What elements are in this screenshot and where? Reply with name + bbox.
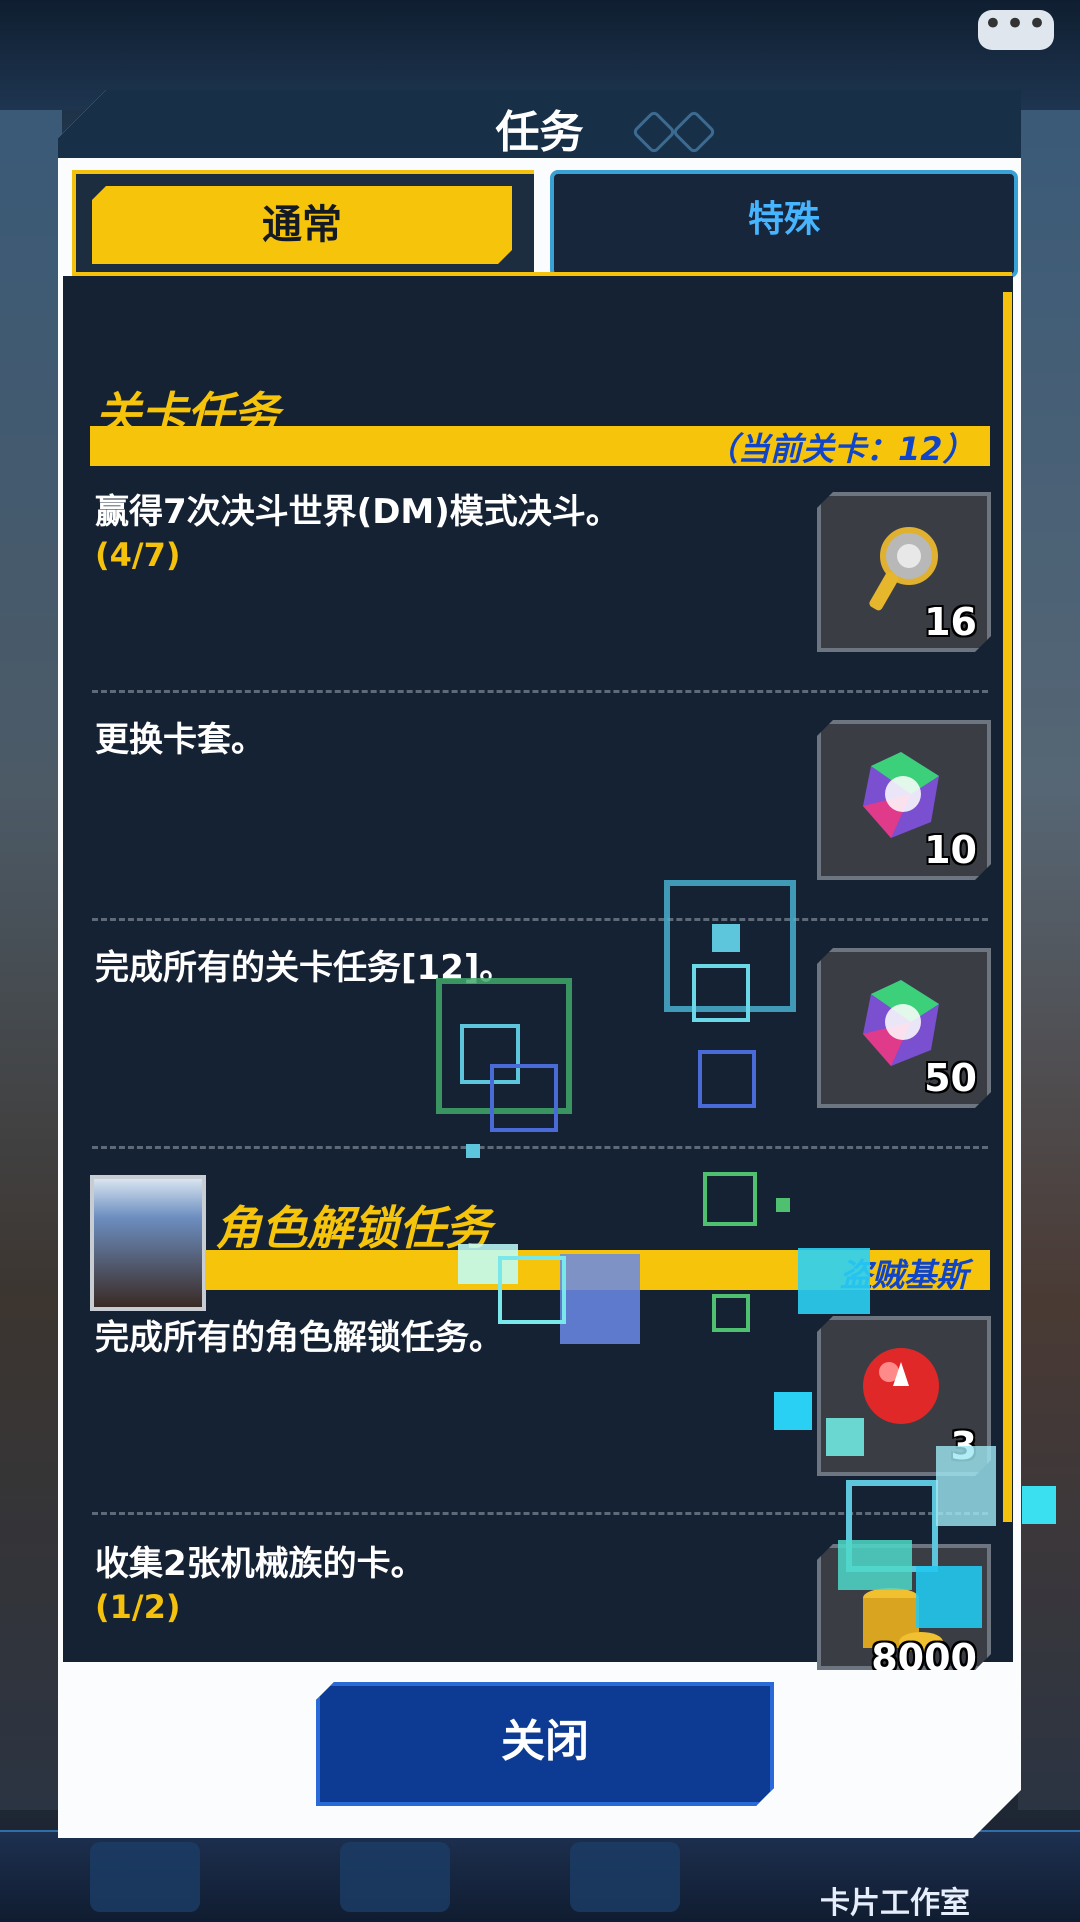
background-left [0, 110, 62, 1810]
pixel-effect [916, 1566, 982, 1628]
mission-text: 赢得7次决斗世界(DM)模式决斗。 [95, 492, 620, 532]
tab-normal[interactable]: 通常 [72, 170, 534, 274]
divider [92, 918, 988, 921]
character-portrait [90, 1175, 206, 1311]
mission-progress: (4/7) [95, 536, 181, 574]
pixel-effect [692, 964, 750, 1022]
pixel-effect [826, 1418, 864, 1456]
pixel-effect [774, 1392, 812, 1430]
pixel-effect [798, 1248, 870, 1314]
reward-slot[interactable]: 50 [817, 948, 991, 1108]
reward-count: 50 [924, 1056, 977, 1100]
pixel-effect [712, 924, 740, 952]
mission-text: 更换卡套。 [95, 720, 265, 760]
mission-progress: (1/2) [95, 1588, 181, 1626]
pixel-effect [560, 1254, 640, 1344]
current-stage-note: （当前关卡：12） [706, 430, 975, 468]
modal-header: 任务 [58, 90, 1021, 158]
modal-title: 任务 [495, 107, 584, 158]
fire-orb-icon [851, 1340, 951, 1440]
pixel-effect [498, 1256, 566, 1324]
tab-label: 特殊 [747, 199, 820, 240]
pixel-effect [703, 1172, 757, 1226]
divider [92, 690, 988, 693]
reward-slot[interactable]: 10 [817, 720, 991, 880]
mission-text: 完成所有的角色解锁任务。 [95, 1318, 503, 1358]
bottom-nav-label[interactable]: 卡片工作室 [820, 1878, 970, 1922]
scrollbar[interactable] [1003, 292, 1012, 1522]
pixel-effect [936, 1446, 996, 1526]
pixel-effect [712, 1294, 750, 1332]
pixel-effect [698, 1050, 756, 1108]
close-button[interactable]: 关闭 [316, 1682, 774, 1806]
reward-slot[interactable]: 16 [817, 492, 991, 652]
pixel-effect [466, 1144, 480, 1158]
divider [92, 1146, 988, 1149]
section-title-character: 角色解锁任务 [215, 1201, 491, 1255]
pixel-effect [1022, 1486, 1056, 1524]
mission-text: 收集2张机械族的卡。 [95, 1544, 425, 1584]
close-button-label: 关闭 [501, 1716, 589, 1767]
pixel-effect [776, 1198, 790, 1212]
chat-icon[interactable]: ••• [978, 7, 1054, 50]
deck-nav-icon[interactable] [340, 1842, 450, 1912]
pixel-effect [490, 1064, 558, 1132]
tab-label: 通常 [262, 202, 342, 248]
pixel-effect [838, 1540, 912, 1590]
tab-special[interactable]: 特殊 [550, 170, 1018, 278]
duel-nav-icon[interactable] [90, 1842, 200, 1912]
reward-count: 16 [924, 600, 977, 644]
shop-nav-icon[interactable] [570, 1842, 680, 1912]
background-right [1018, 110, 1080, 1810]
reward-count: 10 [924, 828, 977, 872]
